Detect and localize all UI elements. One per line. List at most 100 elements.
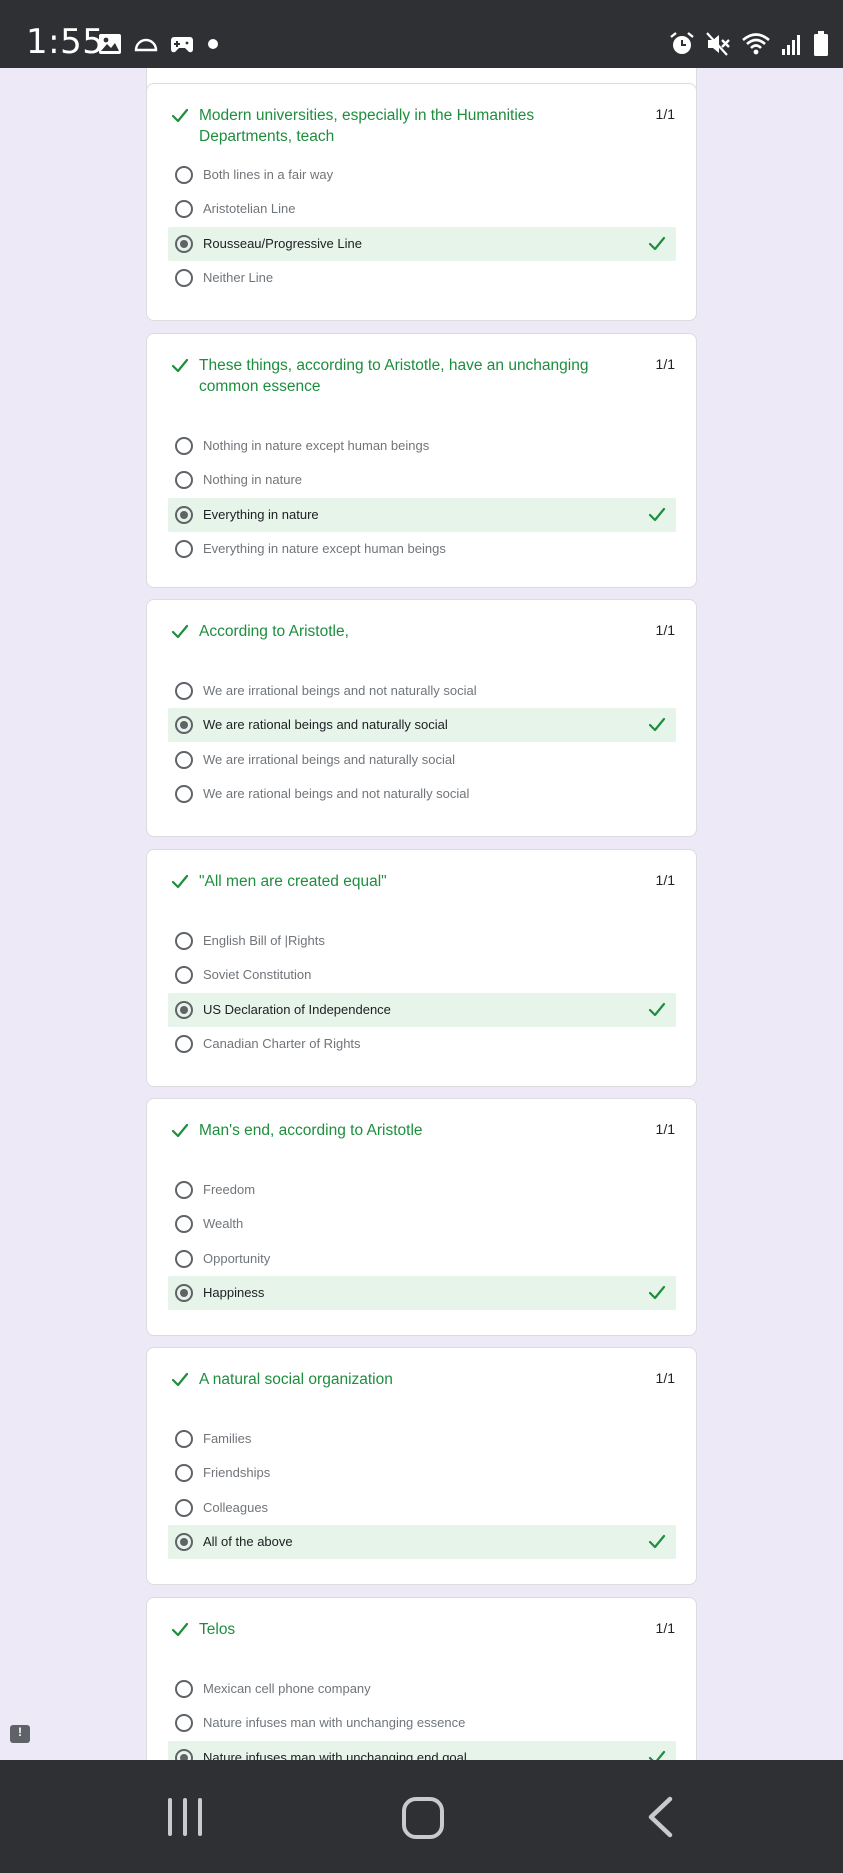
answer-option[interactable]: Both lines in a fair way [168,158,676,192]
answer-option-label: We are irrational beings and not natural… [203,683,477,698]
question-points: 1/1 [655,1620,675,1636]
radio-button[interactable] [175,505,193,524]
answer-option[interactable]: Freedom [168,1173,676,1207]
question-points: 1/1 [655,1370,675,1386]
radio-button[interactable] [175,1464,193,1483]
answer-option[interactable]: We are irrational beings and naturally s… [168,743,676,777]
answer-option-label: Nothing in nature [203,472,303,488]
question-points: 1/1 [655,622,675,638]
radio-button[interactable] [175,716,193,735]
radio-button[interactable] [175,1035,193,1054]
correct-answer-icon [648,1002,666,1018]
answer-option-label: Mexican cell phone company [203,1681,371,1696]
question-title: A natural social organization [199,1371,393,1388]
form-results-content[interactable]: Modern universities, especially in the H… [0,68,843,1760]
radio-button[interactable] [175,682,193,700]
answer-option-label: Nothing in nature except human beings [203,438,430,453]
answer-option-label: Happiness [203,1285,265,1301]
radio-button[interactable] [175,1284,193,1303]
correct-answer-icon [648,236,666,252]
radio-button[interactable] [175,966,193,985]
radio-button[interactable] [175,1680,193,1698]
question-title: According to Aristotle, [199,623,349,640]
answer-option[interactable]: Nothing in nature except human beings [168,429,676,463]
answer-option-label: Freedom [203,1182,256,1197]
answer-option-label: All of the above [203,1534,293,1550]
navigation-bar [0,1760,843,1873]
radio-button[interactable] [175,166,193,184]
radio-button[interactable] [175,437,193,455]
answer-option[interactable]: Mexican cell phone company [168,1672,676,1706]
answer-option[interactable]: Rousseau/Progressive Line [168,226,676,261]
question-correct-icon [171,358,189,374]
question-points: 1/1 [655,356,675,372]
answer-option[interactable]: Canadian Charter of Rights [168,1027,676,1061]
question-card: These things, according to Aristotle, ha… [146,333,697,588]
radio-button[interactable] [175,1000,193,1019]
answer-option[interactable]: Everything in nature except human beings [168,532,676,566]
answer-option[interactable]: US Declaration of Independence [168,992,676,1027]
report-feedback-icon[interactable]: ! [10,1725,30,1743]
recent-apps-icon[interactable] [166,1796,206,1843]
answer-option-label: Canadian Charter of Rights [203,1036,361,1052]
radio-button[interactable] [175,1249,193,1268]
answer-option[interactable]: English Bill of |Rights [168,924,676,958]
radio-button[interactable] [175,1430,193,1448]
radio-button[interactable] [175,1498,193,1517]
answer-option[interactable]: We are rational beings and naturally soc… [168,708,676,743]
question-correct-icon [171,1372,189,1388]
answer-option-label: We are rational beings and not naturally… [203,786,470,802]
answer-option[interactable]: Families [168,1422,676,1456]
answer-option[interactable]: We are irrational beings and not natural… [168,674,676,708]
answer-option[interactable]: Nature infuses man with unchanging end g… [168,1740,676,1760]
answer-option[interactable]: Opportunity [168,1242,676,1276]
radio-button[interactable] [175,269,193,288]
answer-option-label: Soviet Constitution [203,967,312,983]
answer-option[interactable]: Nothing in nature [168,463,676,497]
answer-option[interactable]: Aristotelian Line [168,192,676,226]
radio-button[interactable] [175,750,193,769]
status-time: 1:55 [26,22,105,62]
answer-option-label: Aristotelian Line [203,201,296,217]
question-correct-icon [171,108,189,124]
answer-option-label: Everything in nature except human beings [203,541,446,557]
home-icon[interactable] [401,1796,445,1845]
answer-option[interactable]: Soviet Constitution [168,958,676,992]
radio-button[interactable] [175,1181,193,1199]
radio-button[interactable] [175,471,193,490]
question-card: Modern universities, especially in the H… [146,83,697,321]
radio-button[interactable] [175,1748,193,1760]
mute-icon [705,31,731,62]
answer-option[interactable]: Wealth [168,1207,676,1241]
radio-button[interactable] [175,1533,193,1552]
question-title: Modern universities, especially in the H… [199,107,535,145]
answer-option[interactable]: Friendships [168,1456,676,1490]
radio-button[interactable] [175,234,193,253]
radio-button[interactable] [175,932,193,950]
radio-button[interactable] [175,785,193,804]
radio-button[interactable] [175,200,193,219]
answer-option[interactable]: All of the above [168,1525,676,1560]
half-circle-icon [134,36,158,57]
radio-button[interactable] [175,1714,193,1733]
correct-answer-icon [648,1750,666,1760]
question-correct-icon [171,624,189,640]
radio-button[interactable] [175,1215,193,1234]
answer-option-label: US Declaration of Independence [203,1001,391,1017]
question-correct-icon [171,874,189,890]
alarm-icon [669,31,695,62]
answer-option[interactable]: Nature infuses man with unchanging essen… [168,1706,676,1740]
answer-option-label: Neither Line [203,270,274,286]
answer-option[interactable]: Happiness [168,1276,676,1311]
answer-option[interactable]: Everything in nature [168,497,676,532]
answer-option[interactable]: We are rational beings and not naturally… [168,777,676,811]
dot-icon [206,37,220,56]
answer-option-label: Families [203,1431,252,1446]
question-points: 1/1 [655,1121,675,1137]
answer-option-label: Nature infuses man with unchanging essen… [203,1715,466,1731]
back-icon[interactable] [646,1796,674,1843]
radio-button[interactable] [175,540,193,559]
answer-option[interactable]: Neither Line [168,261,676,295]
answer-option[interactable]: Colleagues [168,1491,676,1525]
answer-option-label: Colleagues [203,1499,269,1515]
